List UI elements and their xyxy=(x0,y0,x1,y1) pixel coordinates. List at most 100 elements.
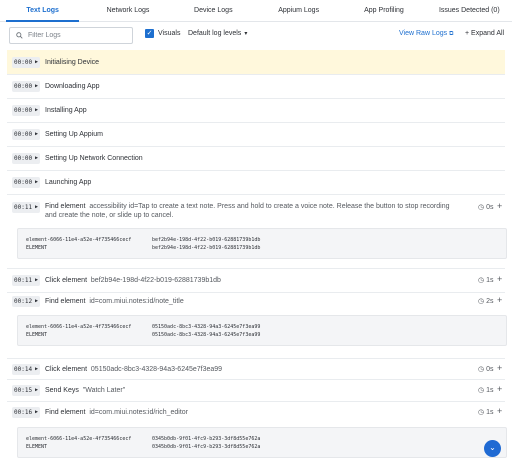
timestamp-label: 00:11 xyxy=(14,277,33,284)
log-row[interactable]: 00:00 ▶ Setting Up Network Connection xyxy=(7,147,505,171)
duration: ◷ 1s xyxy=(478,386,493,394)
timestamp-badge[interactable]: 00:00 ▶ xyxy=(12,81,40,92)
filter-logs-input[interactable] xyxy=(28,29,128,42)
log-argument: "Watch Later" xyxy=(82,387,126,394)
double-chevron-down-icon: ⌄ xyxy=(489,443,496,452)
visuals-label: Visuals xyxy=(158,30,181,37)
clock-icon: ◷ xyxy=(478,298,485,305)
timestamp-label: 00:14 xyxy=(14,366,33,373)
response-detail: element-6066-11e4-a52e-4f735466cecf 0515… xyxy=(17,315,507,346)
detail-value: 0345b0db-9f01-4fc9-b293-3df8d55e762a xyxy=(152,436,261,442)
expand-row-icon[interactable]: + xyxy=(497,201,502,211)
detail-value: bef2b94e-198d-4f22-b019-62881739b1db xyxy=(152,245,261,251)
log-action: Click element xyxy=(45,277,88,284)
expand-row-icon[interactable]: + xyxy=(497,384,502,394)
duration: ◷ 0s xyxy=(478,203,493,211)
log-levels-dropdown[interactable]: Default log levels ▾ xyxy=(188,30,247,37)
play-icon: ▶ xyxy=(34,83,38,89)
log-message: Click element bef2b94e-198d-4f22-b019-62… xyxy=(45,276,221,285)
duration: ◷ 0s xyxy=(478,365,493,373)
clock-icon: ◷ xyxy=(478,409,485,416)
timestamp-label: 00:00 xyxy=(14,179,33,186)
play-icon: ▶ xyxy=(34,59,38,65)
log-toolbar: ✓ Visuals Default log levels▾ View Raw L… xyxy=(0,22,512,50)
log-row[interactable]: 00:11 ▶ Click element bef2b94e-198d-4f22-… xyxy=(7,269,505,293)
tab-app-profiling[interactable]: App Profiling xyxy=(341,0,426,21)
detail-key: ELEMENT xyxy=(26,444,48,450)
log-row[interactable]: 00:16 ▶ Find element id=com.miui.notes:id… xyxy=(7,402,507,463)
timestamp-badge[interactable]: 00:11 ▶ xyxy=(12,275,40,286)
tab-network-logs[interactable]: Network Logs xyxy=(85,0,170,21)
timestamp-label: 00:00 xyxy=(14,155,33,162)
timestamp-badge[interactable]: 00:00 ▶ xyxy=(12,177,40,188)
timestamp-label: 00:00 xyxy=(14,59,33,66)
timestamp-badge[interactable]: 00:12 ▶ xyxy=(12,296,40,307)
timestamp-badge[interactable]: 00:16 ▶ xyxy=(12,407,40,418)
log-row[interactable]: 00:11 ▶ Find element accessibility id=Tap… xyxy=(7,195,507,269)
timestamp-label: 00:00 xyxy=(14,107,33,114)
log-row[interactable]: 00:00 ▶ Installing App xyxy=(7,99,505,123)
timestamp-badge[interactable]: 00:00 ▶ xyxy=(12,105,40,116)
log-row[interactable]: 00:00 ▶ Downloading App xyxy=(7,75,505,99)
log-message: Click element 05150adc-8bc3-4328-94a3-62… xyxy=(45,365,222,374)
external-link-icon: ⧉ xyxy=(449,31,454,37)
log-row[interactable]: 00:00 ▶ Launching App xyxy=(7,171,505,195)
caret-down-icon: ▾ xyxy=(244,31,248,37)
duration: ◷ 1s xyxy=(478,276,493,284)
search-icon xyxy=(16,32,23,39)
timestamp-badge[interactable]: 00:14 ▶ xyxy=(12,364,40,375)
tab-text-logs[interactable]: Text Logs xyxy=(0,0,85,22)
play-icon: ▶ xyxy=(34,204,38,210)
play-icon: ▶ xyxy=(34,179,38,185)
log-message: Setting Up Appium xyxy=(45,131,103,138)
visuals-checkbox[interactable]: ✓ xyxy=(145,29,154,38)
play-icon: ▶ xyxy=(34,131,38,137)
tab-device-logs[interactable]: Device Logs xyxy=(171,0,256,21)
expand-row-icon[interactable]: + xyxy=(497,295,502,305)
log-action: Find element xyxy=(45,203,86,210)
tab-appium-logs[interactable]: Appium Logs xyxy=(256,0,341,21)
log-action: Click element xyxy=(45,366,88,373)
log-message: Initialising Device xyxy=(45,59,100,66)
play-icon: ▶ xyxy=(34,155,38,161)
timestamp-label: 00:15 xyxy=(14,387,33,394)
expand-row-icon[interactable]: + xyxy=(497,406,502,416)
log-message: Find element id=com.miui.notes:id/note_t… xyxy=(45,297,184,306)
detail-value: 05150adc-8bc3-4328-94a3-6245e7f3ea99 xyxy=(152,324,261,330)
timestamp-badge[interactable]: 00:00 ▶ xyxy=(12,153,40,164)
view-raw-logs-link[interactable]: View Raw Logs ⧉ xyxy=(399,30,453,38)
duration-label: 2s xyxy=(486,298,494,305)
detail-key: ELEMENT xyxy=(26,245,48,251)
expand-all-button[interactable]: + Expand All xyxy=(465,30,504,37)
duration-label: 0s xyxy=(486,204,494,211)
detail-key: element-6066-11e4-a52e-4f735466cecf xyxy=(26,436,132,442)
log-row[interactable]: 00:14 ▶ Click element 05150adc-8bc3-4328-… xyxy=(7,359,505,380)
scroll-to-bottom-button[interactable]: ⌄ xyxy=(484,440,501,457)
timestamp-badge[interactable]: 00:15 ▶ xyxy=(12,385,40,396)
log-tabs: Text Logs Network Logs Device Logs Appiu… xyxy=(0,0,512,22)
log-row[interactable]: 00:00 ▶ Setting Up Appium xyxy=(7,123,505,147)
play-icon: ▶ xyxy=(34,298,38,304)
log-argument: id=com.miui.notes:id/rich_editor xyxy=(89,409,188,416)
timestamp-badge[interactable]: 00:00 ▶ xyxy=(12,57,40,68)
detail-value: bef2b94e-198d-4f22-b019-62881739b1db xyxy=(152,237,261,243)
view-raw-logs-label: View Raw Logs xyxy=(399,30,448,37)
expand-row-icon[interactable]: + xyxy=(497,274,502,284)
response-detail: element-6066-11e4-a52e-4f735466cecf 0345… xyxy=(17,427,507,458)
timestamp-badge[interactable]: 00:00 ▶ xyxy=(12,129,40,140)
tab-issues-detected[interactable]: Issues Detected (0) xyxy=(427,0,512,21)
log-row[interactable]: 00:15 ▶ Send Keys "Watch Later" ◷ 1s + xyxy=(7,380,505,402)
play-icon: ▶ xyxy=(34,387,38,393)
log-message: Setting Up Network Connection xyxy=(45,155,143,162)
log-row[interactable]: 00:00 ▶ Initialising Device xyxy=(7,50,505,75)
timestamp-label: 00:00 xyxy=(14,131,33,138)
detail-value: 05150adc-8bc3-4328-94a3-6245e7f3ea99 xyxy=(152,332,261,338)
detail-key: ELEMENT xyxy=(26,332,48,338)
log-levels-label: Default log levels xyxy=(188,30,242,37)
timestamp-badge[interactable]: 00:11 ▶ xyxy=(12,202,40,213)
log-row[interactable]: 00:12 ▶ Find element id=com.miui.notes:id… xyxy=(7,293,507,359)
visuals-toggle[interactable]: ✓ Visuals xyxy=(145,29,180,38)
expand-row-icon[interactable]: + xyxy=(497,363,502,373)
log-message: Launching App xyxy=(45,179,92,186)
log-message: Downloading App xyxy=(45,83,100,90)
